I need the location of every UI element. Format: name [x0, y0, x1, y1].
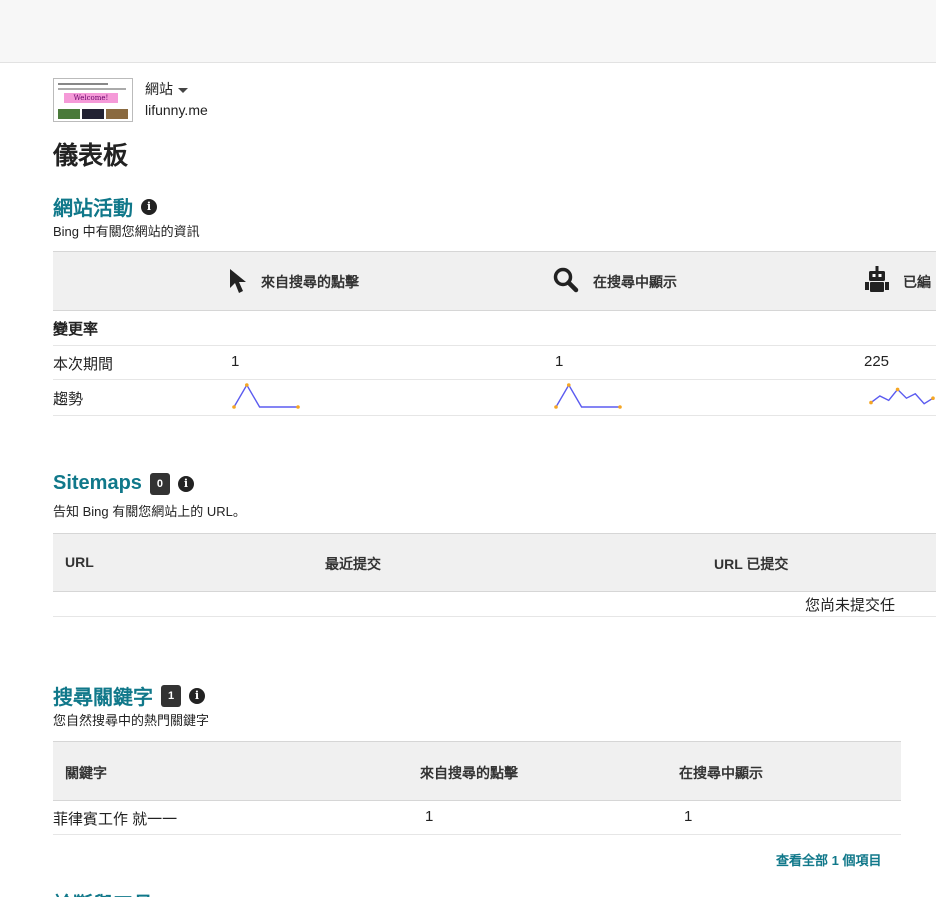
thumbnail-banner: Welcome!	[64, 93, 118, 103]
site-thumbnail[interactable]: Welcome!	[53, 78, 133, 122]
trend-line	[233, 383, 298, 408]
trend-point	[554, 405, 558, 409]
page-title: 儀表板	[53, 142, 129, 170]
site-activity-heading: 網站活動 i	[53, 192, 157, 221]
trend-point	[296, 405, 300, 409]
site-activity-table-header: 來自搜尋的點擊 在搜尋中顯示 已編	[53, 251, 936, 311]
keywords-count-badge: 1	[161, 684, 181, 707]
column-crawled: 已編	[903, 274, 931, 290]
trend-point	[869, 400, 873, 405]
column-impressions: 在搜尋中顯示	[593, 274, 677, 290]
column-last-submitted: 最近提交	[325, 556, 381, 572]
column-url: URL	[65, 554, 94, 570]
site-selector-label: 網站	[145, 81, 173, 97]
trend-line	[870, 388, 934, 405]
column-clicks: 來自搜尋的點擊	[261, 274, 359, 290]
thumbnail-image-3	[106, 109, 128, 119]
change-rate-label: 變更率	[53, 321, 99, 338]
site-activity-subtitle: Bing 中有關您網站的資訊	[53, 224, 200, 239]
info-icon[interactable]: i	[177, 475, 194, 492]
trend-line	[555, 383, 620, 408]
site-url: lifunny.me	[145, 102, 208, 118]
keyword-impressions-cell: 1	[684, 808, 693, 825]
top-bar	[0, 0, 936, 63]
view-all-keywords-link[interactable]: 查看全部 1 個項目	[776, 850, 881, 869]
robot-icon	[865, 266, 889, 292]
current-impressions-value: 1	[555, 353, 564, 370]
keywords-title: 搜尋關鍵字	[53, 687, 153, 709]
thumbnail-nav-line	[58, 88, 126, 90]
info-icon[interactable]: i	[189, 687, 205, 704]
keywords-table-header: 關鍵字 來自搜尋的點擊 在搜尋中顯示	[53, 741, 901, 801]
trend-point	[618, 405, 622, 409]
current-period-label: 本次期間	[53, 356, 114, 373]
column-keyword: 關鍵字	[65, 765, 107, 781]
change-rate-row: 變更率	[53, 309, 936, 346]
trend-point	[245, 383, 249, 387]
thumbnail-header-line	[58, 83, 108, 85]
info-icon[interactable]: i	[141, 198, 157, 215]
sitemaps-empty-message: 您尚未提交任	[805, 597, 896, 614]
column-urls-submitted: URL 已提交	[714, 556, 789, 572]
keyword-clicks-cell: 1	[425, 808, 434, 825]
magnifier-icon	[553, 267, 579, 293]
caret-down-icon[interactable]	[178, 87, 188, 93]
current-clicks-value: 1	[231, 353, 240, 370]
keywords-subtitle: 您自然搜尋中的熱門關鍵字	[53, 713, 210, 728]
sitemaps-empty-row: 您尚未提交任	[53, 590, 936, 617]
sitemaps-heading: Sitemaps 0 i	[53, 472, 194, 495]
column-keyword-clicks: 來自搜尋的點擊	[420, 765, 518, 781]
keywords-heading: 搜尋關鍵字 1 i	[53, 681, 205, 710]
sitemaps-table-header: URL 最近提交 URL 已提交	[53, 533, 936, 592]
trend-point	[895, 387, 900, 392]
trend-row: 趨勢	[53, 379, 936, 416]
site-selector[interactable]: 網站	[145, 79, 188, 99]
current-crawled-value: 225	[864, 353, 890, 370]
sitemaps-title: Sitemaps	[53, 472, 142, 494]
crawled-trend-sparkline	[869, 387, 935, 405]
sitemaps-subtitle: 告知 Bing 有關您網站上的 URL。	[53, 504, 246, 519]
diagnostics-title: 診斷與工具	[53, 888, 193, 897]
table-row[interactable]: 菲律賓工作 就一一 1 1	[53, 799, 901, 835]
column-keyword-impressions: 在搜尋中顯示	[679, 765, 763, 781]
thumbnail-image-2	[82, 109, 104, 119]
clicks-trend-sparkline	[232, 383, 300, 409]
trend-point	[567, 383, 571, 387]
site-activity-title: 網站活動	[53, 198, 133, 220]
cursor-icon	[230, 269, 246, 293]
thumbnail-image-1	[58, 109, 80, 119]
trend-point	[232, 405, 236, 409]
current-period-row: 本次期間 1 1 225	[53, 345, 936, 380]
keyword-cell: 菲律賓工作 就一一	[53, 811, 178, 828]
sitemaps-count-badge: 0	[149, 472, 170, 495]
diagnostics-heading: 診斷與工具	[53, 884, 193, 897]
trend-label: 趨勢	[53, 391, 84, 408]
trend-point	[931, 396, 935, 400]
impressions-trend-sparkline	[554, 383, 622, 409]
